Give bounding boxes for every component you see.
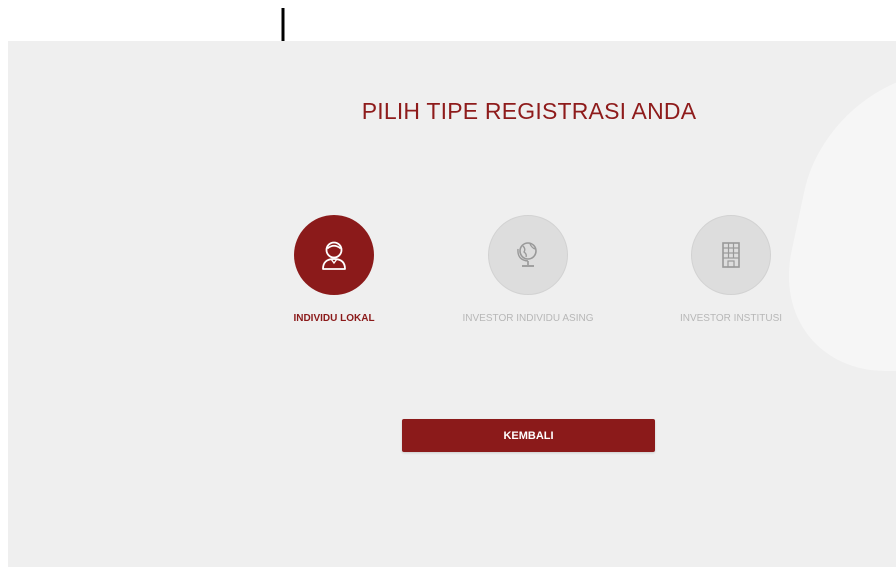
back-button[interactable]: KEMBALI [402,419,655,452]
option-circle-investor-institusi[interactable] [691,215,771,295]
option-investor-individu-asing[interactable]: INVESTOR INDIVIDU ASING [418,215,638,324]
option-circle-individu-lokal[interactable] [294,215,374,295]
option-label-investor-individu-asing[interactable]: INVESTOR INDIVIDU ASING [418,313,638,324]
building-icon [722,242,740,268]
registration-panel: PILIH TIPE REGISTRASI ANDA INDIVIDU LOKA… [8,41,896,567]
option-individu-lokal[interactable]: INDIVIDU LOKAL [224,215,444,324]
person-icon [322,241,346,270]
option-label-individu-lokal[interactable]: INDIVIDU LOKAL [224,313,444,324]
screen: PILIH TIPE REGISTRASI ANDA INDIVIDU LOKA… [0,0,896,567]
globe-icon [517,242,537,267]
option-investor-institusi[interactable]: INVESTOR INSTITUSI [621,215,841,324]
page-title: PILIH TIPE REGISTRASI ANDA [361,98,697,124]
option-circle-investor-individu-asing[interactable] [488,215,568,295]
option-label-investor-institusi[interactable]: INVESTOR INSTITUSI [621,313,841,324]
